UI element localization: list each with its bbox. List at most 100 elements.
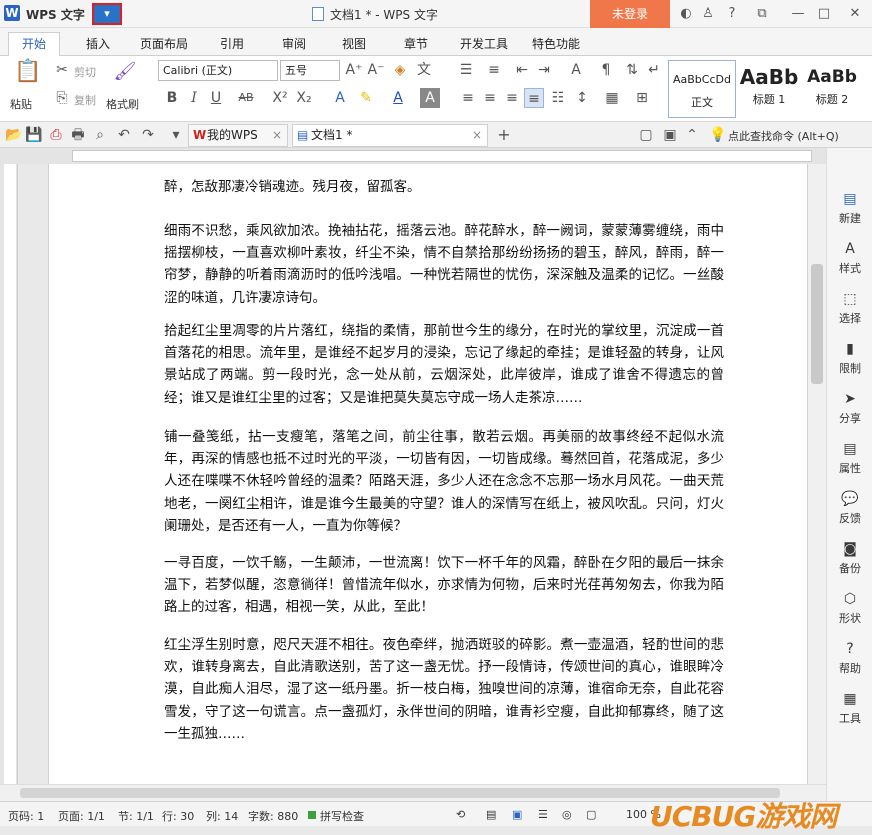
clear-format-icon[interactable]: ◈ bbox=[390, 60, 410, 80]
tab-insert[interactable]: 插入 bbox=[86, 35, 110, 52]
cut-button[interactable]: 剪切 bbox=[74, 64, 96, 80]
reading-view-icon[interactable]: ▤ bbox=[486, 808, 496, 821]
tab-home[interactable]: 开始 bbox=[8, 32, 60, 57]
status-word-count[interactable]: 字数: 880 bbox=[248, 808, 298, 824]
close-button[interactable]: ✕ bbox=[845, 4, 865, 24]
panel-help[interactable]: ? 帮助 bbox=[827, 640, 872, 676]
qa-dropdown-icon[interactable]: ▾ bbox=[166, 125, 186, 145]
chinese-layout-icon[interactable]: A bbox=[566, 60, 586, 80]
paragraph[interactable]: 红尘浮生别时意，咫尺天涯不相往。夜色牵绊，抛洒斑驳的碎影。煮一壶温酒，轻酌世间的… bbox=[164, 634, 724, 745]
collapse-ribbon-icon[interactable]: ⌃ bbox=[682, 125, 702, 145]
tab-chapter[interactable]: 章节 bbox=[404, 35, 428, 52]
page-view-icon[interactable]: ▣ bbox=[512, 808, 522, 821]
paragraph[interactable]: 醉，怎敌那凄冷销魂迹。残月夜，留孤客。 bbox=[164, 176, 724, 198]
align-center-icon[interactable]: ≡ bbox=[480, 88, 500, 108]
tab-view[interactable]: 视图 bbox=[342, 35, 366, 52]
grow-font-icon[interactable]: A⁺ bbox=[344, 60, 364, 80]
outline-view-icon[interactable]: ☰ bbox=[538, 808, 548, 821]
underline-icon[interactable]: U bbox=[206, 88, 226, 108]
paste-button[interactable]: 粘贴 bbox=[10, 96, 32, 112]
highlight-icon[interactable]: ✎ bbox=[356, 88, 376, 108]
restore-window-icon[interactable]: ⧉ bbox=[752, 4, 772, 24]
align-right-icon[interactable]: ≡ bbox=[502, 88, 522, 108]
layout-icon[interactable]: ▣ bbox=[660, 125, 680, 145]
maximize-button[interactable]: □ bbox=[814, 4, 834, 24]
copy-button[interactable]: 复制 bbox=[74, 92, 96, 108]
show-hide-icon[interactable]: ↵ bbox=[644, 60, 664, 80]
superscript-icon[interactable]: X² bbox=[270, 88, 290, 108]
redo-icon[interactable]: ↷ bbox=[138, 125, 158, 145]
shirt-icon[interactable]: ♙ bbox=[698, 4, 718, 24]
panel-tools[interactable]: ▦ 工具 bbox=[827, 690, 872, 726]
panel-backup[interactable]: ◙ 备份 bbox=[827, 540, 872, 576]
spellcheck-toggle[interactable]: 拼写检查 bbox=[320, 808, 364, 824]
tab-document-1[interactable]: ▤ 文档1 * × bbox=[292, 124, 488, 147]
tab-my-wps[interactable]: W 我的WPS × bbox=[188, 124, 288, 147]
export-pdf-icon[interactable]: ⎙ bbox=[46, 125, 66, 145]
panel-properties[interactable]: ▤ 属性 bbox=[827, 440, 872, 476]
justify-icon[interactable]: ≡ bbox=[524, 88, 544, 108]
print-preview-icon[interactable]: ⌕ bbox=[90, 125, 110, 145]
tab-references[interactable]: 引用 bbox=[220, 35, 244, 52]
increase-indent-icon[interactable]: ⇥ bbox=[534, 60, 554, 80]
shrink-font-icon[interactable]: A⁻ bbox=[366, 60, 386, 80]
close-tab-icon[interactable]: × bbox=[272, 125, 282, 146]
sort-icon[interactable]: ⇅ bbox=[622, 60, 642, 80]
char-shading-icon[interactable]: A bbox=[420, 88, 440, 108]
distributed-icon[interactable]: ☷ bbox=[548, 88, 568, 108]
vertical-scrollbar[interactable] bbox=[808, 164, 826, 784]
format-painter-button[interactable]: 格式刷 bbox=[106, 96, 139, 112]
strikethrough-icon[interactable]: AB bbox=[236, 88, 256, 108]
italic-icon[interactable]: I bbox=[184, 88, 204, 108]
open-folder-icon[interactable]: 📂 bbox=[4, 125, 24, 145]
tab-developer[interactable]: 开发工具 bbox=[460, 35, 508, 52]
print-icon[interactable]: 🖶 bbox=[68, 125, 88, 145]
panel-select[interactable]: ⬚ 选择 bbox=[827, 290, 872, 326]
align-left-icon[interactable]: ≡ bbox=[458, 88, 478, 108]
show-marks-icon[interactable]: ¶ bbox=[596, 60, 616, 80]
copy-icon[interactable]: ⎘ bbox=[52, 88, 72, 108]
paragraph[interactable]: 一寻百度，一饮千觞，一生颠沛，一世流离！饮下一杯千年的风霜，醉卧在夕阳的最后一抹… bbox=[164, 552, 724, 619]
cut-icon[interactable]: ✂ bbox=[52, 60, 72, 80]
help-icon[interactable]: ? bbox=[722, 4, 742, 24]
panel-share[interactable]: ➤ 分享 bbox=[827, 390, 872, 426]
text-effect-icon[interactable]: A bbox=[330, 88, 350, 108]
app-menu-dropdown-button[interactable]: ▾ bbox=[92, 3, 122, 25]
line-spacing-icon[interactable]: ↕ bbox=[572, 88, 592, 108]
minimize-button[interactable]: — bbox=[788, 4, 808, 24]
subscript-icon[interactable]: X₂ bbox=[294, 88, 314, 108]
tab-special-features[interactable]: 特色功能 bbox=[532, 35, 580, 52]
undo-icon[interactable]: ↶ bbox=[114, 125, 134, 145]
format-painter-icon[interactable]: 🖌 bbox=[112, 62, 138, 88]
scroll-thumb[interactable] bbox=[811, 264, 823, 384]
paragraph[interactable]: 细雨不识愁，乘风欲加浓。挽袖拈花，摇落云池。醉花醉水，醉一阙词，蒙蒙薄雾缠绕，雨… bbox=[164, 220, 724, 309]
border-icon[interactable]: ⊞ bbox=[632, 88, 652, 108]
panel-feedback[interactable]: 💬 反馈 bbox=[827, 490, 872, 526]
numbered-list-icon[interactable]: ≡ bbox=[484, 60, 504, 80]
close-tab-icon[interactable]: × bbox=[472, 125, 482, 146]
panel-style[interactable]: A 样式 bbox=[827, 240, 872, 276]
bold-icon[interactable]: B bbox=[162, 88, 182, 108]
panel-restrict[interactable]: ▮ 限制 bbox=[827, 340, 872, 376]
pinyin-icon[interactable]: 文 bbox=[414, 60, 434, 80]
command-search[interactable]: 点此查找命令 (Alt+Q) bbox=[728, 128, 839, 144]
panel-shape[interactable]: ⬡ 形状 bbox=[827, 590, 872, 626]
eye-protect-icon[interactable]: ▢ bbox=[586, 808, 596, 821]
paste-icon[interactable]: 📋 bbox=[14, 61, 41, 90]
style-heading-2[interactable]: AaBb 标题 2 bbox=[802, 60, 862, 118]
shading-icon[interactable]: ▦ bbox=[602, 88, 622, 108]
decrease-indent-icon[interactable]: ⇤ bbox=[512, 60, 532, 80]
skin-icon[interactable]: ◐ bbox=[676, 4, 696, 24]
paragraph[interactable]: 拾起红尘里凋零的片片落红，绕指的柔情，那前世今生的缘分，在时光的掌纹里，沉淀成一… bbox=[164, 320, 724, 409]
paragraph[interactable]: 铺一叠笺纸，拈一支瘦笔，落笔之间，前尘往事，散若云烟。再美丽的故事终经不起似水流… bbox=[164, 426, 724, 537]
new-tab-icon[interactable]: + bbox=[494, 125, 514, 145]
font-size-select[interactable]: 五号 bbox=[280, 60, 340, 81]
login-button[interactable]: 未登录 bbox=[590, 0, 670, 28]
panel-new[interactable]: ▤ 新建 bbox=[827, 190, 872, 226]
save-icon[interactable]: 💾 bbox=[24, 125, 44, 145]
bullet-list-icon[interactable]: ☰ bbox=[456, 60, 476, 80]
font-color-icon[interactable]: A bbox=[388, 88, 408, 108]
tab-page-layout[interactable]: 页面布局 bbox=[140, 35, 188, 52]
style-normal[interactable]: AaBbCcDd 正文 bbox=[668, 60, 736, 118]
comment-icon[interactable]: ▢ bbox=[636, 125, 656, 145]
